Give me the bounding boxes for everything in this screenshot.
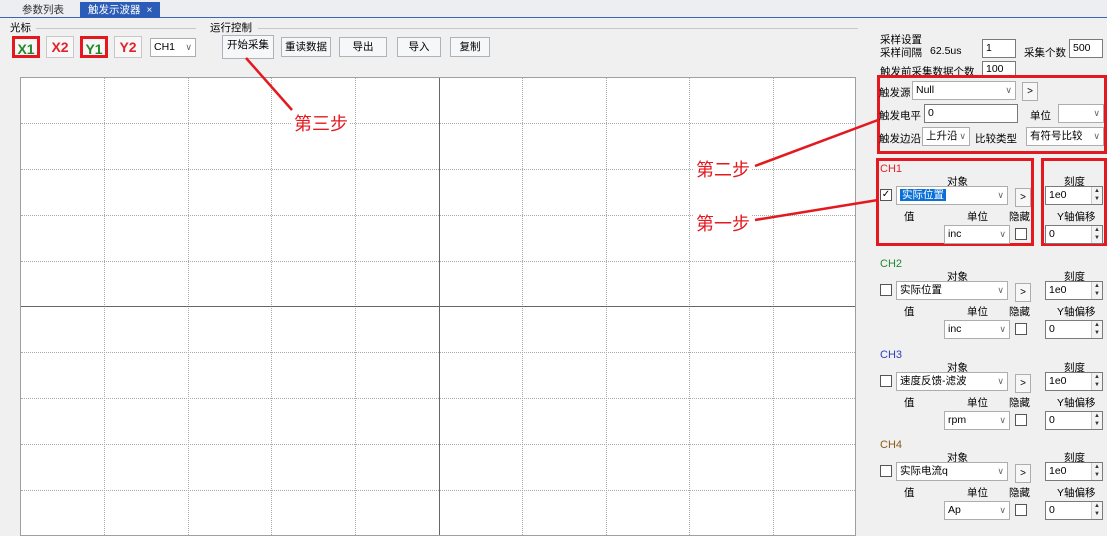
arrow-step1	[754, 198, 879, 222]
arrow-step2	[754, 118, 879, 168]
annotation-step1: 第一步	[694, 210, 752, 236]
arrow-step3	[245, 57, 293, 111]
annotation-step2: 第二步	[694, 156, 752, 182]
annotation-step3: 第三步	[292, 110, 350, 136]
annotation-arrows	[245, 57, 879, 222]
